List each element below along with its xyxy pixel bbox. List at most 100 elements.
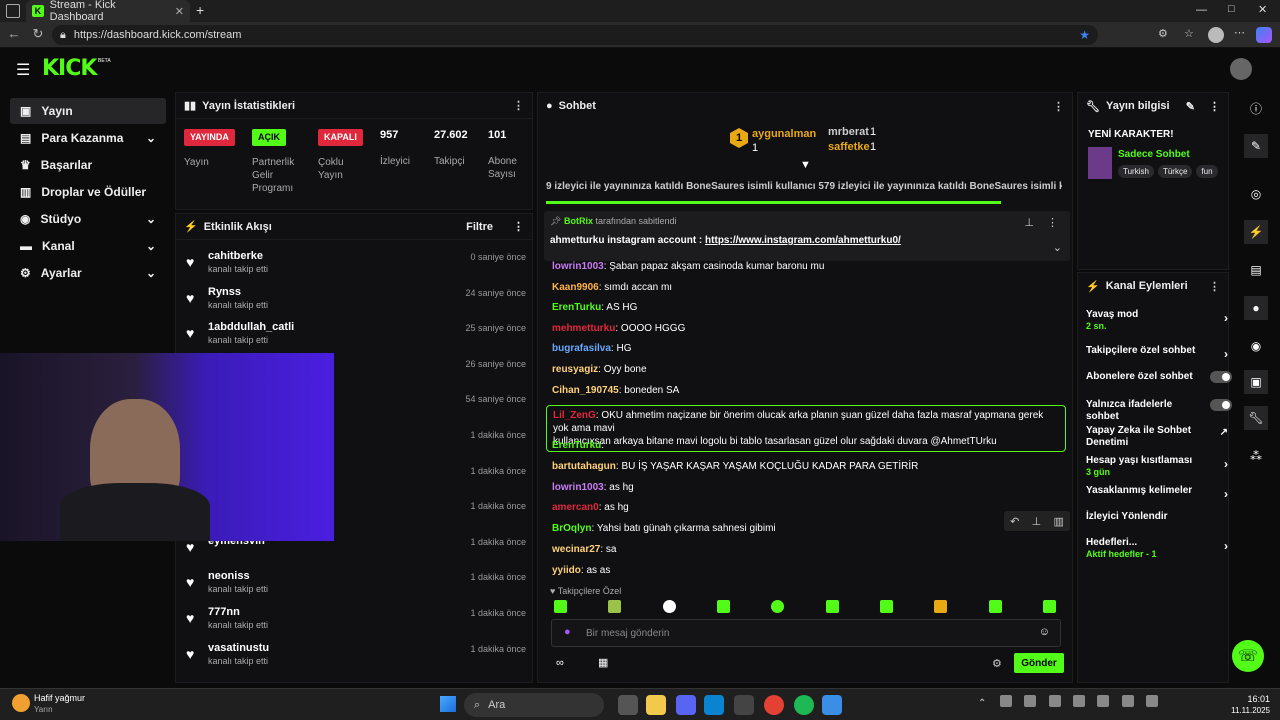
pinned-message[interactable]: 📌︎ BotRix tarafından sabitlendi ahmettur… bbox=[544, 211, 1070, 261]
sidebar-item-para-kazanma[interactable]: ▤ Para Kazanma ⌄ bbox=[10, 125, 166, 151]
tray-chevron-icon[interactable]: ⌃ bbox=[978, 698, 986, 709]
tray-icon[interactable] bbox=[1097, 695, 1110, 707]
weather-text[interactable]: Hafif yağmur bbox=[34, 693, 85, 703]
edit-icon[interactable]: ✎ bbox=[1186, 100, 1195, 113]
menu-icon[interactable]: ☰ bbox=[16, 60, 30, 80]
channel-action-item[interactable]: Abonelere özel sohbet bbox=[1086, 371, 1232, 383]
task-view-icon[interactable] bbox=[618, 695, 638, 715]
emote-icon[interactable] bbox=[716, 600, 730, 613]
sidebar-item-studyo[interactable]: ◉ Stüdyo ⌄ bbox=[10, 206, 166, 232]
profile-avatar[interactable] bbox=[1208, 27, 1224, 43]
minimize-button[interactable]: — bbox=[1196, 4, 1207, 16]
bolt-icon[interactable]: ⚡ bbox=[1244, 220, 1268, 244]
emote-icon[interactable] bbox=[662, 600, 676, 613]
activity-user[interactable]: vasatinustu bbox=[208, 642, 269, 654]
unpin-icon[interactable]: ⊥ bbox=[1024, 216, 1034, 229]
chat-username[interactable]: BrOqlyn bbox=[552, 523, 591, 534]
chat-message[interactable]: reusyagiz: Oyy bone bbox=[552, 364, 647, 375]
explorer-icon[interactable] bbox=[646, 695, 666, 715]
favorites-icon[interactable]: ☆ bbox=[1184, 27, 1194, 40]
tag[interactable]: Turkish bbox=[1118, 165, 1154, 178]
app-icon[interactable] bbox=[734, 695, 754, 715]
infinity-icon[interactable]: ∞ bbox=[556, 657, 564, 669]
chat-bubble-icon[interactable]: ● bbox=[1244, 296, 1268, 320]
extensions-icon[interactable]: ⚙ bbox=[1158, 27, 1168, 40]
category-link[interactable]: Sadece Sohbet bbox=[1118, 149, 1190, 160]
filter-button[interactable]: Filtre bbox=[466, 221, 493, 233]
kebab-icon[interactable]: ⋮ bbox=[513, 99, 524, 112]
chat-username[interactable]: bugrafasilva bbox=[552, 343, 611, 354]
chat-message[interactable]: bugrafasilva: HG bbox=[552, 343, 631, 354]
chat-username[interactable]: mehmetturku bbox=[552, 323, 615, 334]
chat-message[interactable]: amercan0: as hg bbox=[552, 502, 629, 513]
mic-icon[interactable]: ● bbox=[564, 626, 571, 638]
chat-username[interactable]: Cihan_190745 bbox=[552, 385, 619, 396]
url-bar[interactable]: 🔒︎ https://dashboard.kick.com/stream ★ bbox=[52, 25, 1098, 45]
edit-icon[interactable]: ✎ bbox=[1244, 134, 1268, 158]
help-button[interactable]: ☏ bbox=[1232, 640, 1264, 672]
apps-icon[interactable]: ⁂ bbox=[1244, 444, 1268, 468]
spotify-icon[interactable] bbox=[794, 695, 814, 715]
more-icon[interactable]: ⋯ bbox=[1234, 26, 1245, 39]
kebab-icon[interactable]: ⋮ bbox=[1053, 100, 1064, 113]
sidebar-item-yayin[interactable]: ▣ Yayın bbox=[10, 98, 166, 124]
channel-action-item[interactable]: Takipçilere özel sohbet › bbox=[1086, 345, 1228, 361]
chat-message[interactable]: Kaan9906: sımdı accan mı bbox=[552, 282, 672, 293]
taskbar-search[interactable]: ⌕ Ara bbox=[464, 693, 604, 717]
chat-message[interactable]: yyiido: as as bbox=[552, 565, 610, 576]
weather-icon[interactable] bbox=[12, 694, 30, 712]
chat-username[interactable]: lowrin1003 bbox=[552, 482, 604, 493]
kebab-icon[interactable]: ⋮ bbox=[1209, 100, 1220, 113]
emote-icon[interactable] bbox=[934, 600, 948, 613]
edge-icon[interactable] bbox=[704, 695, 724, 715]
tray-icon[interactable] bbox=[1072, 695, 1085, 707]
volume-icon[interactable] bbox=[1145, 695, 1158, 707]
chat-username[interactable]: yyiido bbox=[552, 565, 581, 576]
chat-username[interactable]: wecinar27 bbox=[552, 544, 600, 555]
toggle-switch[interactable] bbox=[1210, 371, 1232, 383]
pin-icon[interactable]: ⊥ bbox=[1032, 515, 1042, 528]
leader-name[interactable]: aygunalman bbox=[752, 128, 816, 140]
kebab-icon[interactable]: ⋮ bbox=[513, 220, 524, 233]
tray-icon[interactable] bbox=[1024, 695, 1037, 707]
chat-message[interactable]: lowrin1003: Şaban papaz akşam casinoda k… bbox=[552, 261, 824, 272]
sidebar-item-basarilar[interactable]: ♛ Başarılar bbox=[10, 152, 166, 178]
discord-icon[interactable] bbox=[676, 695, 696, 715]
favorite-star-icon[interactable]: ★ bbox=[1079, 28, 1090, 42]
store-icon[interactable]: ▦ bbox=[598, 656, 608, 669]
kebab-icon[interactable]: ⋮ bbox=[1047, 216, 1058, 229]
tray-icon[interactable] bbox=[1000, 695, 1012, 707]
toggle-switch[interactable] bbox=[1210, 399, 1232, 411]
camera-icon[interactable]: ◎ bbox=[1244, 182, 1268, 206]
sidebar-item-kanal[interactable]: ▬ Kanal ⌄ bbox=[10, 233, 166, 259]
kebab-icon[interactable]: ⋮ bbox=[1209, 280, 1220, 293]
channel-action-item[interactable]: Yapay Zeka ile Sohbet Denetimi ↗ bbox=[1086, 425, 1228, 449]
maximize-button[interactable]: □ bbox=[1228, 3, 1235, 15]
wrench-icon[interactable]: 🔧︎ bbox=[1244, 406, 1268, 430]
channel-action-item[interactable]: Yasaklanmış kelimeler › bbox=[1086, 485, 1228, 501]
emote-icon[interactable] bbox=[988, 600, 1002, 613]
user-avatar[interactable] bbox=[1230, 58, 1252, 80]
pinned-link[interactable]: https://www.instagram.com/ahmetturku0/ bbox=[705, 235, 901, 246]
activity-item[interactable]: ♥ cahitberke kanalı takip etti 0 saniye önc… bbox=[186, 248, 526, 284]
notepad-icon[interactable] bbox=[822, 695, 842, 715]
start-icon[interactable] bbox=[440, 696, 456, 712]
chat-message[interactable]: wecinar27: sa bbox=[552, 544, 617, 555]
channel-action-item[interactable]: Yavaş mod 2 sn. › bbox=[1086, 309, 1228, 331]
emote-icon[interactable] bbox=[554, 600, 567, 613]
emote-icon[interactable] bbox=[825, 600, 839, 613]
chat-username[interactable]: reusyagiz bbox=[552, 364, 598, 375]
tag[interactable]: fun bbox=[1196, 165, 1218, 178]
channel-action-item[interactable]: Yalnızca ifadelerle sohbet bbox=[1086, 399, 1232, 423]
tag[interactable]: Türkçe bbox=[1157, 165, 1193, 178]
chat-username[interactable]: Kaan9906 bbox=[552, 282, 599, 293]
chat-message[interactable]: Lil_ZenG: OKU ahmetim naçizane bir öneri… bbox=[546, 405, 1066, 452]
info-icon[interactable]: ⓘ bbox=[1244, 96, 1268, 120]
emote-icon[interactable] bbox=[879, 600, 893, 613]
activity-user[interactable]: cahitberke bbox=[208, 250, 263, 262]
reply-icon[interactable]: ↶ bbox=[1010, 515, 1019, 528]
refresh-icon[interactable]: ↻ bbox=[28, 26, 48, 42]
tab-actions-icon[interactable] bbox=[6, 4, 20, 18]
browser-tab[interactable]: K Stream - Kick Dashboard ✕ bbox=[26, 0, 190, 23]
activity-user[interactable]: neoniss bbox=[208, 570, 250, 582]
